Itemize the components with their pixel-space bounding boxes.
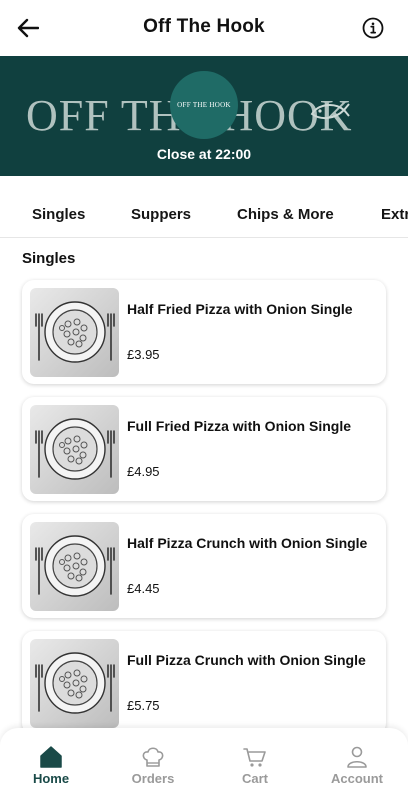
page-title: Off The Hook: [143, 16, 265, 37]
nav-label: Home: [32, 771, 70, 786]
menu-item-card[interactable]: Full Fried Pizza with Onion Single £4.95: [22, 397, 386, 501]
pizza-plate-image: [30, 405, 119, 494]
home-icon: [40, 746, 62, 768]
pizza-plate-image: [30, 288, 119, 377]
menu-item-card[interactable]: Half Pizza Crunch with Onion Single £4.4…: [22, 514, 386, 618]
item-name: Half Pizza Crunch with Onion Single: [127, 535, 368, 551]
tab-suppers[interactable]: Suppers: [131, 206, 191, 223]
menu-item-card[interactable]: Full Pizza Crunch with Onion Single £5.7…: [22, 631, 386, 735]
item-price: £5.75: [127, 698, 160, 713]
account-icon: [347, 746, 367, 768]
cart-icon: [243, 748, 266, 767]
bottom-navigation: Home Orders Cart Account: [0, 728, 408, 800]
item-price: £3.95: [127, 347, 160, 362]
tab-singles[interactable]: Singles: [32, 206, 85, 223]
item-name: Half Fried Pizza with Onion Single: [127, 301, 353, 317]
section-title: Singles: [22, 250, 76, 267]
pizza-plate-image: [30, 522, 119, 611]
nav-label: Cart: [241, 771, 268, 786]
tab-extras[interactable]: Extr: [381, 206, 408, 223]
nav-orders[interactable]: Orders: [102, 728, 204, 800]
nav-cart[interactable]: Cart: [204, 728, 306, 800]
nav-account[interactable]: Account: [306, 728, 408, 800]
item-price: £4.95: [127, 464, 160, 479]
nav-label: Account: [331, 771, 383, 786]
fish-icon: [310, 103, 350, 120]
nav-label: Orders: [131, 771, 175, 786]
closing-time: Close at 22:00: [156, 146, 252, 162]
pizza-plate-image: [30, 639, 119, 728]
item-name: Full Fried Pizza with Onion Single: [127, 418, 352, 434]
chef-hat-icon: [142, 747, 164, 767]
nav-home[interactable]: Home: [0, 728, 102, 800]
item-price: £4.45: [127, 581, 160, 596]
info-icon: [362, 17, 384, 39]
info-button[interactable]: [360, 15, 386, 41]
item-name: Full Pizza Crunch with Onion Single: [127, 652, 366, 668]
logo-text: OFF THE HOOK: [177, 101, 231, 109]
restaurant-logo: OFF THE HOOK: [170, 71, 238, 139]
tab-chips-and-more[interactable]: Chips & More: [237, 206, 334, 223]
menu-item-card[interactable]: Half Fried Pizza with Onion Single £3.95: [22, 280, 386, 384]
restaurant-banner: OFF THE HOOK OFF THE HOOK Close at 22:00: [0, 56, 408, 176]
top-bar: Off The Hook: [0, 0, 408, 56]
category-tabs: Singles Suppers Chips & More Extr: [0, 194, 408, 238]
